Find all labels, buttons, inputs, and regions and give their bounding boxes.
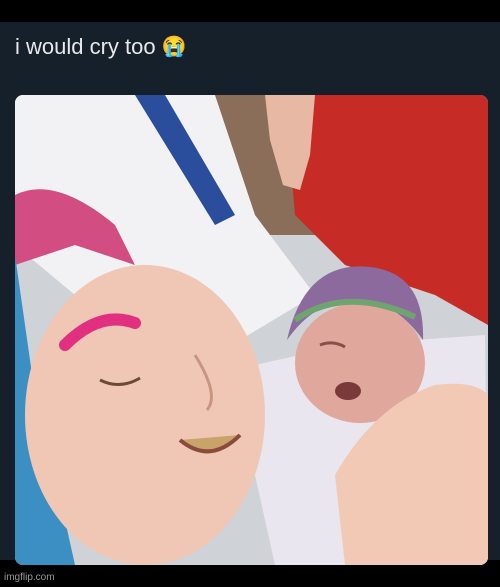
- photo-illustration: [15, 95, 488, 565]
- loudly-crying-face-icon: 😭: [161, 36, 187, 58]
- imgflip-watermark: imgflip.com: [4, 572, 55, 583]
- caption-text: i would cry too: [15, 34, 156, 59]
- newborn-photo[interactable]: [15, 95, 488, 565]
- post-card: i would cry too 😭: [0, 22, 500, 565]
- post-caption: i would cry too 😭: [15, 34, 187, 60]
